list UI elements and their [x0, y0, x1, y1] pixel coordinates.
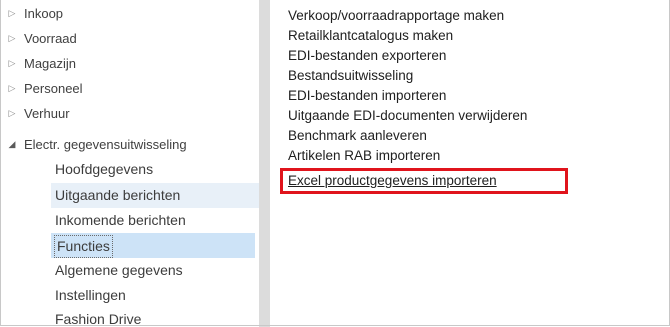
nav-subitem-label: Hoofdgegevens: [55, 161, 154, 177]
nav-item-voorraad[interactable]: ▷ Voorraad: [1, 26, 77, 51]
nav-item-label: Inkoop: [24, 6, 64, 21]
nav-subitem-inkomende-berichten[interactable]: Inkomende berichten: [51, 208, 190, 233]
nav-item-electr-gegevensuitwisseling[interactable]: ◢ Electr. gegevensuitwisseling: [1, 132, 187, 157]
nav-item-inkoop[interactable]: ▷ Inkoop: [1, 1, 64, 26]
navigation-pane: ▷ Inkoop ▷ Voorraad ▷ Magazijn ▷ Persone…: [1, 0, 259, 327]
expand-arrow-icon[interactable]: ▷: [2, 108, 22, 119]
action-link[interactable]: EDI-bestanden exporteren: [288, 46, 446, 66]
nav-item-label: Verhuur: [24, 106, 70, 121]
nav-subitem-label: Functies: [57, 238, 110, 254]
expand-arrow-icon[interactable]: ▷: [2, 33, 22, 44]
action-link[interactable]: Retailklantcatalogus maken: [288, 26, 453, 46]
window: ▷ Inkoop ▷ Voorraad ▷ Magazijn ▷ Persone…: [0, 0, 670, 327]
highlight-annotation-box: [280, 168, 568, 194]
nav-item-label: Voorraad: [24, 31, 77, 46]
action-link[interactable]: Verkoop/voorraadrapportage maken: [288, 6, 504, 26]
nav-item-personeel[interactable]: ▷ Personeel: [1, 76, 83, 101]
action-link[interactable]: Artikelen RAB importeren: [288, 146, 440, 166]
nav-subitem-functies[interactable]: Functies: [54, 235, 113, 258]
nav-subitem-hoofdgegevens[interactable]: Hoofdgegevens: [51, 157, 157, 182]
expand-arrow-icon[interactable]: ▷: [2, 8, 22, 19]
action-link[interactable]: Uitgaande EDI-documenten verwijderen: [288, 106, 527, 126]
nav-subitem-instellingen[interactable]: Instellingen: [51, 283, 130, 308]
nav-item-verhuur[interactable]: ▷ Verhuur: [1, 101, 70, 126]
expand-arrow-icon[interactable]: ▷: [2, 58, 22, 69]
content-pane: Verkoop/voorraadrapportage maken Retailk…: [270, 0, 668, 327]
action-link[interactable]: EDI-bestanden importeren: [288, 86, 446, 106]
nav-item-magazijn[interactable]: ▷ Magazijn: [1, 51, 77, 76]
nav-subitem-label: Algemene gegevens: [55, 262, 183, 278]
action-link[interactable]: Bestandsuitwisseling: [288, 66, 413, 86]
expand-arrow-icon[interactable]: ▷: [2, 83, 22, 94]
nav-subitem-fashion-drive[interactable]: Fashion Drive: [51, 307, 145, 327]
nav-item-label: Personeel: [24, 81, 83, 96]
nav-subitem-label: Instellingen: [55, 287, 126, 303]
nav-subitem-label: Fashion Drive: [55, 311, 142, 327]
action-link[interactable]: Benchmark aanleveren: [288, 126, 427, 146]
nav-item-label: Magazijn: [24, 56, 77, 71]
nav-subitem-label: Uitgaande berichten: [55, 187, 181, 203]
nav-item-label: Electr. gegevensuitwisseling: [24, 137, 187, 152]
collapse-arrow-icon[interactable]: ◢: [2, 139, 22, 150]
pane-splitter[interactable]: [259, 0, 270, 327]
nav-subitem-uitgaande-berichten[interactable]: Uitgaande berichten: [51, 183, 259, 208]
nav-subitem-algemene-gegevens[interactable]: Algemene gegevens: [51, 258, 187, 283]
nav-subitem-label: Inkomende berichten: [55, 212, 186, 228]
